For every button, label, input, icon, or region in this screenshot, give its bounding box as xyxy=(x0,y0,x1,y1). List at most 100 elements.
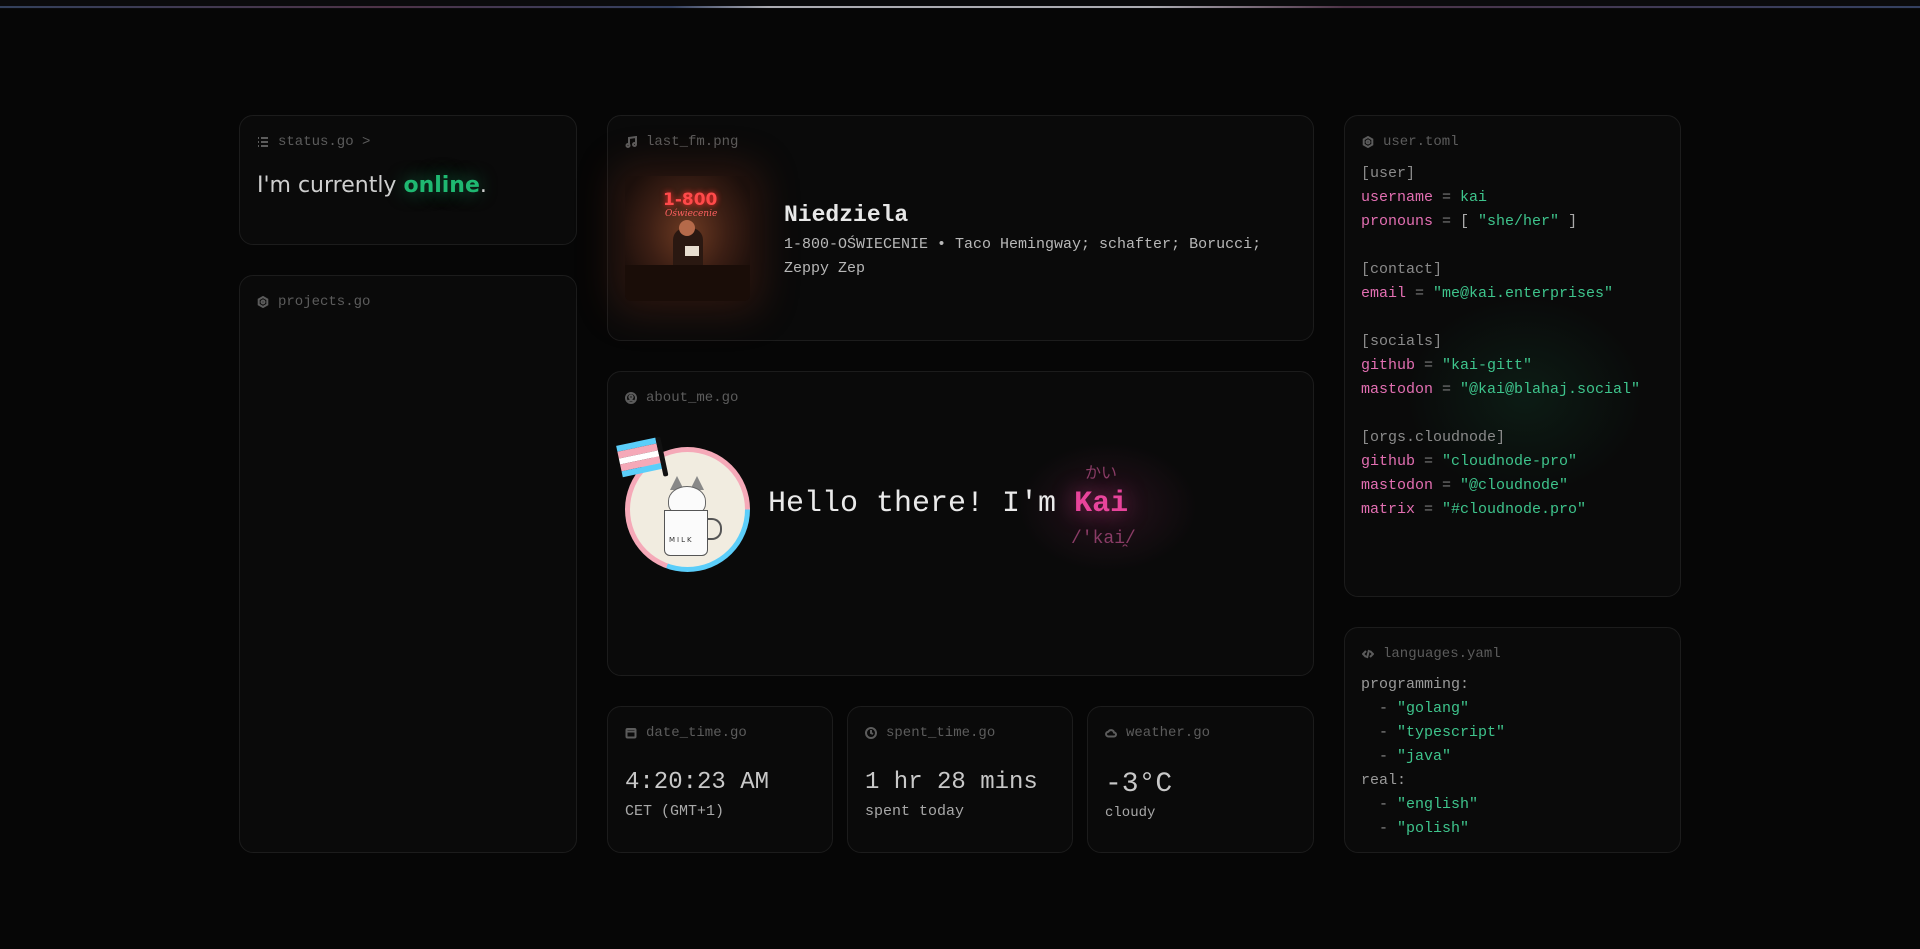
status-prefix: I'm currently xyxy=(257,173,404,198)
greeting-name: Kai xyxy=(1074,487,1129,521)
yaml-list-item: "polish" xyxy=(1397,820,1470,837)
about-card: about_me.go MILK Hello there! I'm Kai かい… xyxy=(607,371,1314,676)
toml-key: mastodon xyxy=(1361,381,1434,398)
cloud-icon xyxy=(1105,729,1117,738)
status-text: I'm currently online. xyxy=(257,173,487,198)
toml-value: "@kai@blahaj.social" xyxy=(1460,381,1641,398)
yaml-dash: - xyxy=(1361,796,1398,813)
toml-equals: = xyxy=(1433,477,1461,494)
weather-card-header: weather.go xyxy=(1105,725,1210,741)
toml-key: pronouns xyxy=(1361,213,1434,230)
toml-key: email xyxy=(1361,285,1407,302)
toml-value: "cloudnode-pro" xyxy=(1442,453,1578,470)
toml-value: "me@kai.enterprises" xyxy=(1433,285,1614,302)
toml-value: "@cloudnode" xyxy=(1460,477,1569,494)
yaml-key: real: xyxy=(1361,772,1407,789)
toml-key: github xyxy=(1361,453,1416,470)
greeting-text: Hello there! I'm xyxy=(768,487,1075,521)
spent-time-card-header: spent_time.go xyxy=(865,725,995,741)
toml-key: mastodon xyxy=(1361,477,1434,494)
languages-card-title: languages.yaml xyxy=(1383,646,1501,662)
yaml-dash: - xyxy=(1361,748,1398,765)
toml-equals: = xyxy=(1406,285,1434,302)
toml-equals: = xyxy=(1433,213,1461,230)
status-card-title: status.go > xyxy=(278,134,371,150)
weather-condition: cloudy xyxy=(1105,805,1156,821)
user-toml-card-title: user.toml xyxy=(1383,134,1459,150)
about-card-header: about_me.go xyxy=(625,390,738,406)
time-zone: CET (GMT+1) xyxy=(625,803,725,820)
toml-value: kai xyxy=(1460,189,1488,206)
yaml-list-item: "golang" xyxy=(1397,700,1470,717)
music-note-icon xyxy=(625,136,637,148)
gear-icon xyxy=(1362,136,1374,148)
status-suffix: . xyxy=(479,173,487,198)
mug xyxy=(664,510,708,556)
spent-time-card-title: spent_time.go xyxy=(886,725,996,741)
toml-bracket: ] xyxy=(1559,213,1578,230)
user-toml-code: [user] username = kai pronouns = [ "she/… xyxy=(1361,162,1640,522)
album-cover-paper xyxy=(685,246,699,256)
toml-equals: = xyxy=(1415,501,1443,518)
album-cover-neon-subtext: Oświecenie xyxy=(665,209,718,219)
current-time: 4:20:23 AM xyxy=(625,769,770,796)
toml-value: "kai-gitt" xyxy=(1442,357,1533,374)
toml-value: "she/her" xyxy=(1478,213,1560,230)
spent-time-card: spent_time.go 1 hr 28 mins spent today xyxy=(847,706,1073,853)
toml-equals: = xyxy=(1433,381,1461,398)
greeting: Hello there! I'm Kai xyxy=(768,487,1128,521)
status-card: status.go > I'm currently online. xyxy=(239,115,577,245)
clock-icon xyxy=(865,727,877,739)
toml-key: github xyxy=(1361,357,1416,374)
spent-time-value: 1 hr 28 mins xyxy=(865,769,1038,796)
avatar: MILK xyxy=(616,436,750,572)
calendar-icon xyxy=(625,728,637,739)
spent-time-label: spent today xyxy=(865,803,965,820)
toml-equals: = xyxy=(1433,189,1461,206)
album-cover-desk xyxy=(625,265,750,301)
album-cover-neon-text: 1-800 xyxy=(663,190,718,210)
name-kana: かい xyxy=(1085,463,1118,482)
toml-bracket: [ xyxy=(1460,213,1479,230)
code-icon xyxy=(1362,649,1374,659)
datetime-card-title: date_time.go xyxy=(646,725,747,741)
toml-equals: = xyxy=(1415,453,1443,470)
lastfm-card-header: last_fm.png xyxy=(625,134,738,150)
status-card-header: status.go > xyxy=(257,134,370,150)
toml-section-header: [socials] xyxy=(1361,333,1443,350)
yaml-list-item: "english" xyxy=(1397,796,1479,813)
track-album-artists: 1-800-OŚWIECENIE • Taco Hemingway; schaf… xyxy=(784,236,1262,277)
lastfm-card-title: last_fm.png xyxy=(646,134,739,150)
yaml-dash: - xyxy=(1361,700,1398,717)
projects-card-title: projects.go xyxy=(278,294,371,310)
yaml-list-item: "java" xyxy=(1397,748,1452,765)
languages-card: languages.yaml programming: - "golang" -… xyxy=(1344,627,1681,853)
temperature: -3°C xyxy=(1105,769,1173,800)
projects-card-header: projects.go xyxy=(257,294,370,310)
track-title[interactable]: Niedziela xyxy=(784,202,908,228)
user-toml-card: user.toml [user] username = kai pronouns… xyxy=(1344,115,1681,597)
weather-card-title: weather.go xyxy=(1126,725,1211,741)
top-bar xyxy=(0,0,1920,9)
languages-yaml-code: programming: - "golang" - "typescript" -… xyxy=(1361,673,1505,841)
toml-key: username xyxy=(1361,189,1434,206)
yaml-dash: - xyxy=(1361,724,1398,741)
about-card-title: about_me.go xyxy=(646,390,739,406)
hexagon-icon xyxy=(257,296,269,308)
toml-value: "#cloudnode.pro" xyxy=(1442,501,1587,518)
toml-key: matrix xyxy=(1361,501,1416,518)
mug-label: MILK xyxy=(669,536,694,544)
toml-section-header: [user] xyxy=(1361,165,1416,182)
datetime-card: date_time.go 4:20:23 AM CET (GMT+1) xyxy=(607,706,833,853)
album-cover[interactable]: 1-800 Oświecenie xyxy=(625,176,750,301)
name-ipa: /'kai̯/ xyxy=(1071,529,1136,549)
lastfm-card: last_fm.png 1-800 Oświecenie Niedziela 1… xyxy=(607,115,1314,341)
yaml-dash: - xyxy=(1361,820,1398,837)
toml-equals: = xyxy=(1415,357,1443,374)
mug-handle xyxy=(706,518,722,540)
datetime-card-header: date_time.go xyxy=(625,725,747,741)
user-toml-card-header: user.toml xyxy=(1362,134,1459,150)
yaml-list-item: "typescript" xyxy=(1397,724,1506,741)
weather-card: weather.go -3°C cloudy xyxy=(1087,706,1314,853)
list-icon xyxy=(258,137,268,147)
